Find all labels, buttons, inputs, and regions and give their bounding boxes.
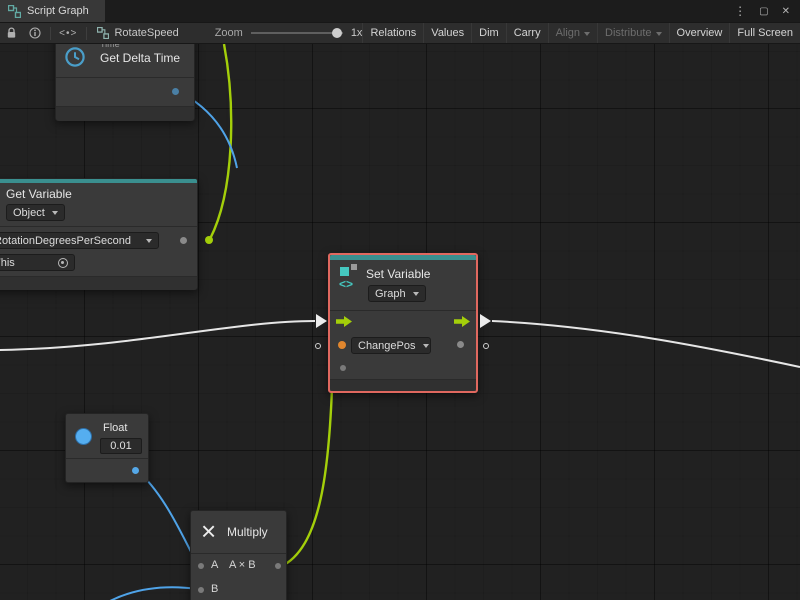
- wire-control-flow-left[interactable]: [0, 321, 315, 350]
- node-category-label: Time: [100, 44, 120, 49]
- chevron-down-icon: [413, 292, 419, 296]
- node-footer: [56, 107, 194, 121]
- node-title: Multiply: [227, 525, 268, 539]
- tab-label: Script Graph: [27, 5, 89, 17]
- script-graph-icon: [8, 5, 21, 18]
- node-float-literal[interactable]: Float 0.01: [65, 413, 149, 483]
- extra-port[interactable]: [340, 365, 346, 371]
- window-close-icon[interactable]: ✕: [782, 6, 790, 17]
- node-title: Get Variable: [6, 187, 72, 201]
- float-output-port[interactable]: [132, 467, 139, 474]
- graph-code-icon: <>: [339, 277, 353, 291]
- variable-name-dropdown[interactable]: RotationDegreesPerSecond: [0, 232, 159, 249]
- node-footer: [330, 380, 476, 391]
- input-b-label: B: [211, 583, 218, 595]
- graph-name-label: RotateSpeed: [114, 27, 178, 39]
- align-dropdown-button[interactable]: Align: [548, 23, 597, 43]
- node-title: Set Variable: [366, 267, 430, 281]
- set-variable-value-port[interactable]: [338, 341, 346, 349]
- node-title: Float: [103, 422, 127, 434]
- multiply-output-port[interactable]: [275, 563, 281, 569]
- float-value-input[interactable]: 0.01: [100, 438, 142, 454]
- variable-icon: [340, 267, 349, 276]
- relations-button[interactable]: Relations: [362, 23, 423, 43]
- node-accent-strip: [330, 255, 476, 260]
- values-button[interactable]: Values: [423, 23, 471, 43]
- carry-button[interactable]: Carry: [506, 23, 548, 43]
- flow-input-arrow-icon[interactable]: [336, 316, 352, 327]
- graph-canvas[interactable]: Time Get Delta Time Get Variable Object …: [0, 44, 800, 600]
- multiply-icon: ×: [201, 516, 216, 546]
- multiply-input-a-port[interactable]: [198, 563, 204, 569]
- zoom-to-fit-icon[interactable]: <•>: [53, 28, 83, 39]
- output-label: A × B: [229, 559, 256, 571]
- node-accent-strip: [0, 179, 197, 183]
- wire-control-flow-right[interactable]: [492, 321, 800, 367]
- input-a-label: A: [211, 559, 218, 571]
- variable-scope-dropdown[interactable]: Graph: [368, 285, 426, 302]
- control-flow-out-arrow-icon[interactable]: [480, 314, 491, 328]
- node-footer: [0, 277, 197, 290]
- info-icon[interactable]: [23, 27, 47, 39]
- unconnected-port-ring-right[interactable]: [483, 343, 489, 349]
- tab-script-graph[interactable]: Script Graph: [0, 0, 105, 22]
- lock-icon[interactable]: [0, 27, 23, 39]
- delta-time-output-port[interactable]: [172, 88, 179, 95]
- get-variable-output-port[interactable]: [180, 237, 187, 244]
- chevron-down-icon: [146, 239, 152, 243]
- wire-endpoint-dot[interactable]: [205, 236, 213, 244]
- node-set-variable[interactable]: <> Set Variable Graph ChangePos: [328, 253, 478, 393]
- object-picker-icon[interactable]: [58, 258, 68, 268]
- flow-output-arrow-icon[interactable]: [454, 316, 470, 327]
- node-get-variable[interactable]: Get Variable Object RotationDegreesPerSe…: [0, 178, 198, 290]
- distribute-dropdown-button[interactable]: Distribute: [597, 23, 668, 43]
- chevron-down-icon: [423, 344, 429, 348]
- node-title: Get Delta Time: [100, 51, 180, 65]
- window-maximize-icon[interactable]: ▢: [759, 6, 768, 17]
- chevron-down-icon: [584, 32, 590, 36]
- chevron-down-icon: [656, 32, 662, 36]
- node-multiply[interactable]: × Multiply A A × B B: [190, 510, 287, 600]
- graph-asset-icon: [97, 27, 109, 39]
- variable-target-field[interactable]: This: [0, 254, 75, 271]
- overview-button[interactable]: Overview: [669, 23, 730, 43]
- fullscreen-button[interactable]: Full Screen: [729, 23, 800, 43]
- zoom-slider[interactable]: [251, 32, 343, 34]
- dim-button[interactable]: Dim: [471, 23, 506, 43]
- variable-icon-secondary: [351, 264, 357, 270]
- set-variable-output-port[interactable]: [457, 341, 464, 348]
- float-type-icon: [75, 428, 92, 445]
- wire-value-multiply-to-setvar[interactable]: [280, 350, 333, 567]
- variable-scope-dropdown[interactable]: Object: [6, 204, 65, 221]
- multiply-input-b-port[interactable]: [198, 587, 204, 593]
- chevron-down-icon: [52, 211, 58, 215]
- window-menu-icon[interactable]: ⋮: [734, 4, 746, 18]
- tab-bar: Script Graph ⋮ ▢ ✕: [0, 0, 800, 22]
- wire-value-to-multiply-b[interactable]: [110, 587, 198, 600]
- zoom-slider-handle[interactable]: [332, 28, 342, 38]
- wire-value-float-to-multiply[interactable]: [136, 469, 198, 565]
- zoom-label: Zoom: [215, 27, 243, 39]
- variable-name-dropdown[interactable]: ChangePos: [351, 337, 431, 354]
- control-flow-in-arrow-icon[interactable]: [316, 314, 327, 328]
- node-get-delta-time[interactable]: Time Get Delta Time: [55, 44, 195, 121]
- clock-icon: [64, 46, 86, 68]
- unconnected-port-ring-left[interactable]: [315, 343, 321, 349]
- graph-toolbar: <•> RotateSpeed Zoom 1x Relations Values…: [0, 22, 800, 44]
- zoom-value: 1x: [351, 27, 363, 39]
- graph-breadcrumb[interactable]: RotateSpeed: [89, 27, 186, 39]
